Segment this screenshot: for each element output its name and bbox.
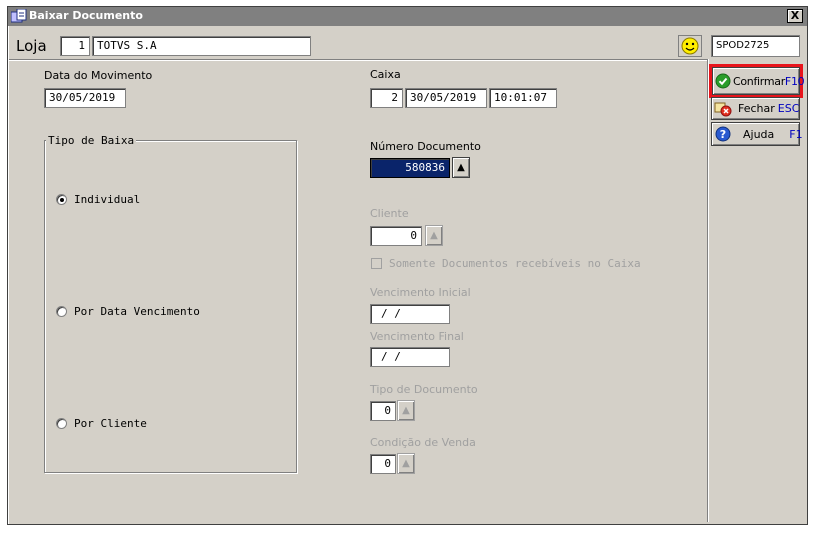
numero-documento-label: Número Documento xyxy=(370,140,481,153)
window-title: Baixar Documento xyxy=(29,9,143,22)
fechar-key: ESC xyxy=(777,102,800,115)
sidebar-divider-highlight xyxy=(708,59,709,522)
help-icon: ? xyxy=(715,126,731,142)
confirmar-key: F10 xyxy=(784,74,805,88)
caixa-date-field[interactable]: 30/05/2019 xyxy=(405,88,487,108)
numero-documento-field[interactable]: 580836 xyxy=(370,158,450,178)
loja-name-field[interactable]: TOTVS S.A xyxy=(92,36,311,56)
close-x-icon xyxy=(714,101,732,117)
fechar-label: Fechar xyxy=(738,102,775,115)
ajuda-label: Ajuda xyxy=(743,127,775,141)
radio-individual[interactable] xyxy=(56,194,67,205)
user-code-field[interactable]: SPOD2725 xyxy=(711,35,800,57)
loja-label: Loja xyxy=(16,37,47,55)
radio-por-cliente-label[interactable]: Por Cliente xyxy=(74,417,147,430)
ajuda-key: F1 xyxy=(789,127,803,141)
numero-documento-lookup-button[interactable]: ▲ xyxy=(452,157,470,178)
smiley-face-icon[interactable] xyxy=(678,35,702,57)
somente-documentos-checkbox[interactable] xyxy=(371,258,382,269)
radio-por-data-vencimento[interactable] xyxy=(56,306,67,317)
cliente-field[interactable]: 0 xyxy=(370,226,422,246)
movimento-label: Data do Movimento xyxy=(44,69,153,82)
vencimento-final-field[interactable]: / / xyxy=(370,347,450,367)
vencimento-inicial-field[interactable]: / / xyxy=(370,304,450,324)
tipo-documento-lookup-button[interactable]: ▲ xyxy=(397,400,415,421)
svg-text:?: ? xyxy=(720,128,726,141)
condicao-venda-field[interactable]: 0 xyxy=(370,454,396,474)
arrow-up-icon: ▲ xyxy=(402,458,410,469)
vencimento-final-label: Vencimento Final xyxy=(370,330,464,343)
cliente-lookup-button[interactable]: ▲ xyxy=(425,225,443,246)
arrow-up-icon: ▲ xyxy=(457,162,465,173)
confirmar-label: Confirmar xyxy=(733,74,785,88)
confirmar-button[interactable]: Confirmar F10 xyxy=(712,67,805,95)
caixa-number-field[interactable]: 2 xyxy=(370,88,403,108)
loja-code-field[interactable]: 1 xyxy=(60,36,90,56)
close-button[interactable]: X xyxy=(787,9,803,23)
somente-documentos-label[interactable]: Somente Documentos recebíveis no Caixa xyxy=(389,257,641,270)
header-divider-highlight xyxy=(9,60,707,61)
radio-por-data-vencimento-label[interactable]: Por Data Vencimento xyxy=(74,305,200,318)
caixa-label: Caixa xyxy=(370,68,401,81)
radio-individual-label[interactable]: Individual xyxy=(74,193,140,206)
app-icon xyxy=(10,8,27,23)
vencimento-inicial-label: Vencimento Inicial xyxy=(370,286,471,299)
tipo-baixa-title: Tipo de Baixa xyxy=(46,134,137,147)
cliente-label: Cliente xyxy=(370,207,409,220)
arrow-up-icon: ▲ xyxy=(402,405,410,416)
ajuda-button[interactable]: ? Ajuda F1 xyxy=(711,122,803,146)
tipo-documento-field[interactable]: 0 xyxy=(370,401,396,421)
condicao-venda-lookup-button[interactable]: ▲ xyxy=(397,453,415,474)
movimento-date-field[interactable]: 30/05/2019 xyxy=(44,88,126,108)
caixa-time-field[interactable]: 10:01:07 xyxy=(489,88,557,108)
tipo-documento-label: Tipo de Documento xyxy=(370,383,478,396)
arrow-up-icon: ▲ xyxy=(430,230,438,241)
fechar-button[interactable]: Fechar ESC xyxy=(711,97,800,120)
check-icon xyxy=(715,73,731,89)
radio-por-cliente[interactable] xyxy=(56,418,67,429)
condicao-venda-label: Condição de Venda xyxy=(370,436,476,449)
